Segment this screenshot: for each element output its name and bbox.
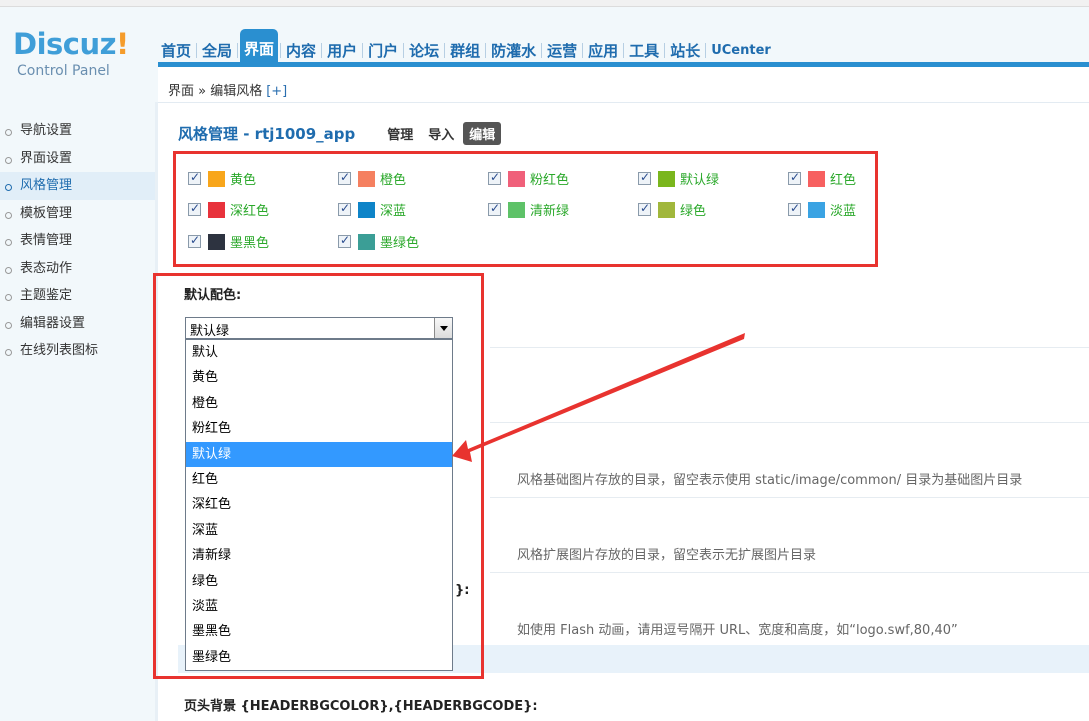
breadcrumb-area: 界面 » 编辑风格 [+] xyxy=(158,67,1089,103)
highlight-box-colors xyxy=(173,151,878,267)
breadcrumb-text: 界面 » 编辑风格 xyxy=(168,84,263,99)
title-row: 风格管理 - rtj1009_app 管理 导入 编辑 xyxy=(178,122,504,145)
highlight-box-dropdown xyxy=(153,273,484,679)
page-title: 风格管理 - rtj1009_app xyxy=(178,125,356,143)
nav-separator xyxy=(705,43,707,58)
page-tab[interactable]: 管理 xyxy=(381,122,419,145)
image-dir-hint: 风格基础图片存放的目录，留空表示使用 static/image/common/ … xyxy=(517,473,1023,488)
logo-hint: 如使用 Flash 动画，请用逗号隔开 URL、宽度和高度，如“logo.swf… xyxy=(517,623,958,638)
nav-separator xyxy=(623,43,625,58)
nav-item[interactable]: 界面 xyxy=(240,29,279,66)
header-bg-label: 页头背景 {HEADERBGCOLOR},{HEADERBGCODE}: xyxy=(184,699,538,714)
sidebar-item[interactable]: 在线列表图标 xyxy=(0,337,155,365)
logo-subtitle: Control Panel xyxy=(17,63,110,79)
divider xyxy=(490,422,1089,423)
discuz-logo[interactable]: Discuz! Control Panel xyxy=(13,29,153,79)
nav-separator xyxy=(541,43,543,58)
breadcrumb-add-button[interactable]: [+] xyxy=(266,84,287,99)
page-tab[interactable]: 编辑 xyxy=(463,122,502,145)
ext-dir-hint: 风格扩展图片存放的目录，留空表示无扩展图片目录 xyxy=(517,548,817,563)
nav-separator xyxy=(444,43,446,58)
logo-bang: ! xyxy=(116,27,129,61)
nav-separator xyxy=(196,43,198,58)
nav-separator xyxy=(403,43,405,58)
nav-separator xyxy=(582,43,584,58)
browser-top-strip xyxy=(0,0,1089,7)
nav-separator xyxy=(664,43,666,58)
sidebar-item[interactable]: 界面设置 xyxy=(0,145,155,173)
nav-separator xyxy=(362,43,364,58)
nav-separator xyxy=(280,43,282,58)
sidebar-item[interactable]: 导航设置 xyxy=(0,117,155,145)
page-tabs: 管理 导入 编辑 xyxy=(381,122,504,145)
sidebar-item[interactable]: 表情管理 xyxy=(0,227,155,255)
page-tab[interactable]: 导入 xyxy=(422,122,460,145)
sidebar-menu: 导航设置 界面设置 风格管理 模板管理 表情管理 表态动作 主题鉴定 编辑器设置 在线列表图标 xyxy=(0,102,155,365)
divider xyxy=(490,347,1089,348)
divider xyxy=(490,572,1089,573)
sidebar-item[interactable]: 风格管理 xyxy=(0,172,155,200)
sidebar-item[interactable]: 表态动作 xyxy=(0,255,155,283)
divider xyxy=(490,497,1089,498)
logo-text: Discuz xyxy=(13,27,117,61)
sidebar-item[interactable]: 模板管理 xyxy=(0,200,155,228)
sidebar-item[interactable]: 编辑器设置 xyxy=(0,310,155,338)
nav-separator xyxy=(485,43,487,58)
nav-separator xyxy=(321,43,323,58)
sidebar-item[interactable]: 主题鉴定 xyxy=(0,282,155,310)
main-nav: 首页 全局 界面 内容 用户 门户 论坛 群组 防灌水 运营 应用 工具 站长 UCenter xyxy=(158,29,774,66)
sidebar: 导航设置 界面设置 风格管理 模板管理 表情管理 表态动作 主题鉴定 编辑器设置 在线列表图标 xyxy=(0,102,155,721)
breadcrumb: 界面 » 编辑风格 [+] xyxy=(168,80,287,99)
nav-separator xyxy=(237,43,239,58)
